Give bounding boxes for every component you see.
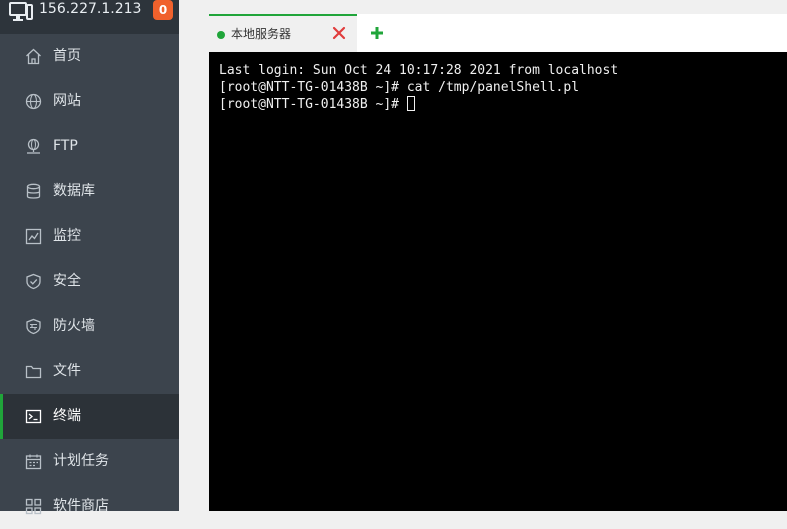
sidebar-item-label: 文件 — [53, 363, 81, 379]
sidebar-item-label: 监控 — [53, 228, 81, 244]
sidebar: 156.227.1.213 0 首页 网站 FTP 数据库 监控 安全 防火墙 … — [0, 0, 179, 515]
grid-icon — [25, 498, 42, 515]
sidebar-item-label: 安全 — [53, 273, 81, 289]
globe-icon — [25, 93, 42, 110]
sidebar-item-firewall[interactable]: 防火墙 — [0, 304, 179, 349]
terminal-tab-bar: 本地服务器 — [209, 14, 787, 52]
database-icon — [26, 183, 41, 199]
notification-badge[interactable]: 0 — [153, 0, 173, 20]
sidebar-item-monitor[interactable]: 监控 — [0, 214, 179, 259]
terminal-icon — [25, 409, 42, 424]
sidebar-item-security[interactable]: 安全 — [0, 259, 179, 304]
terminal-window[interactable]: Last login: Sun Oct 24 10:17:28 2021 fro… — [209, 52, 787, 511]
terminal-cursor — [406, 96, 415, 111]
tab-label: 本地服务器 — [231, 27, 292, 41]
ftp-icon — [27, 138, 40, 154]
sidebar-item-label: FTP — [53, 138, 78, 154]
terminal-line: Last login: Sun Oct 24 10:17:28 2021 fro… — [219, 63, 619, 78]
calendar-icon — [25, 454, 42, 470]
sidebar-item-database[interactable]: 数据库 — [0, 169, 179, 214]
terminal-output: Last login: Sun Oct 24 10:17:28 2021 fro… — [219, 62, 618, 113]
sidebar-item-terminal[interactable]: 终端 — [0, 394, 179, 439]
server-ip[interactable]: 156.227.1.213 — [39, 0, 141, 20]
terminal-prompt-line: [root@NTT-TG-01438B ~]# — [219, 96, 618, 113]
monitor-chart-icon — [25, 228, 42, 245]
add-tab-icon[interactable] — [370, 26, 384, 40]
sidebar-item-label: 网站 — [53, 93, 81, 109]
sidebar-item-app-store[interactable]: 软件商店 — [0, 484, 179, 529]
sidebar-item-home[interactable]: 首页 — [0, 34, 179, 79]
sidebar-item-label: 首页 — [53, 48, 81, 64]
tab-local-server[interactable]: 本地服务器 — [209, 14, 357, 52]
sidebar-item-website[interactable]: 网站 — [0, 79, 179, 124]
sidebar-item-files[interactable]: 文件 — [0, 349, 179, 394]
sidebar-item-cron[interactable]: 计划任务 — [0, 439, 179, 484]
sidebar-item-ftp[interactable]: FTP — [0, 124, 179, 169]
sidebar-header: 156.227.1.213 0 — [0, 0, 179, 34]
sidebar-item-label: 软件商店 — [53, 498, 109, 514]
terminal-prompt: [root@NTT-TG-01438B ~]# — [219, 97, 407, 112]
monitor-icon — [9, 2, 33, 21]
close-icon[interactable] — [332, 26, 346, 40]
home-icon — [26, 48, 41, 65]
sidebar-item-label: 计划任务 — [53, 453, 109, 469]
shield-icon — [26, 273, 41, 290]
sidebar-item-label: 终端 — [53, 408, 81, 424]
folder-icon — [25, 365, 42, 379]
sidebar-nav: 首页 网站 FTP 数据库 监控 安全 防火墙 文件 终端 计划任务 软件商店 — [0, 34, 179, 529]
sidebar-item-label: 防火墙 — [53, 318, 95, 334]
firewall-icon — [26, 318, 41, 335]
connection-status-dot — [217, 31, 225, 39]
terminal-line: [root@NTT-TG-01438B ~]# cat /tmp/panelSh… — [219, 80, 580, 95]
sidebar-item-label: 数据库 — [53, 183, 95, 199]
